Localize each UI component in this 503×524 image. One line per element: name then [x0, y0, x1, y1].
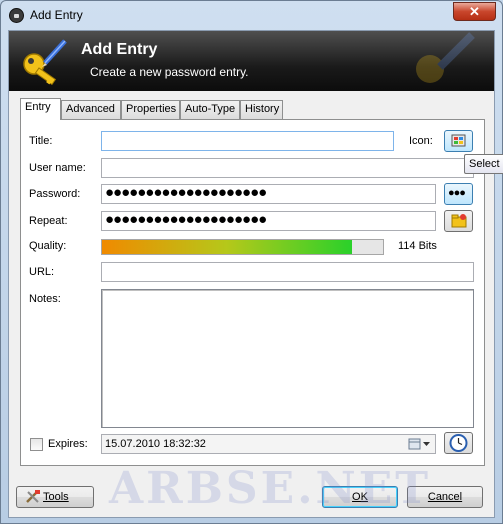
icon-picker-icon	[451, 134, 466, 147]
lock-icon	[9, 8, 24, 23]
pen-icon	[416, 32, 475, 83]
banner-title: Add Entry	[81, 41, 158, 58]
password-generator-icon	[451, 214, 467, 228]
banner-subtitle: Create a new password entry.	[90, 65, 249, 79]
show-password-icon: ●●●	[448, 187, 466, 199]
title-bar: Add Entry ✕	[1, 1, 502, 29]
tab-auto-type[interactable]: Auto-Type	[180, 100, 240, 119]
tools-button-label: Tools	[43, 491, 69, 503]
close-icon: ✕	[469, 4, 480, 19]
password-quality-bar	[101, 239, 384, 255]
repeat-password-field[interactable]: ●●●●●●●●●●●●●●●●●●●●	[101, 211, 436, 231]
add-entry-dialog: Add Entry ✕ Add Entry Create a new passw…	[0, 0, 503, 524]
quality-label: Quality:	[29, 240, 67, 252]
expiry-presets-button[interactable]	[444, 432, 473, 454]
ok-button-label: OK	[352, 491, 368, 503]
username-label: User name:	[29, 162, 86, 174]
title-label: Title:	[29, 135, 53, 147]
icon-label: Icon:	[409, 135, 433, 147]
cancel-button[interactable]: Cancel	[407, 486, 483, 508]
password-generator-button[interactable]	[444, 210, 473, 232]
entry-tab-panel: Title: Icon: User name: Password: ●●●●●●…	[20, 119, 485, 466]
tools-icon	[26, 490, 40, 503]
show-password-button[interactable]: ●●●	[444, 183, 473, 205]
dialog-client: Add Entry Create a new password entry. E…	[8, 30, 495, 518]
clock-icon	[449, 434, 468, 452]
title-field[interactable]	[101, 131, 394, 151]
tab-history[interactable]: History	[240, 100, 283, 119]
tab-entry[interactable]: Entry	[20, 98, 61, 120]
password-label: Password:	[29, 188, 81, 200]
repeat-label: Repeat:	[29, 215, 68, 227]
url-field[interactable]	[101, 262, 474, 282]
quality-bits: 114 Bits	[398, 240, 437, 252]
tab-advanced[interactable]: Advanced	[61, 100, 121, 119]
username-field[interactable]	[101, 158, 474, 178]
password-quality-fill	[102, 240, 352, 254]
close-button[interactable]: ✕	[453, 2, 496, 21]
tools-button[interactable]: Tools	[16, 486, 94, 508]
icon-tooltip: Select a	[464, 154, 503, 174]
url-label: URL:	[29, 266, 55, 278]
expiry-datetime-field[interactable]: 15.07.2010 18:32:32	[101, 434, 436, 454]
expires-checkbox[interactable]	[30, 438, 43, 451]
password-field[interactable]: ●●●●●●●●●●●●●●●●●●●●	[101, 184, 436, 204]
expires-label: Expires:	[48, 438, 88, 450]
icon-picker-button[interactable]	[444, 130, 473, 152]
notes-textarea[interactable]	[101, 289, 474, 428]
calendar-dropdown-icon[interactable]	[407, 437, 433, 451]
tab-properties[interactable]: Properties	[121, 100, 180, 119]
window-title: Add Entry	[30, 8, 83, 22]
notes-label: Notes:	[29, 293, 61, 305]
banner: Add Entry Create a new password entry.	[9, 31, 494, 91]
expiry-datetime-value: 15.07.2010 18:32:32	[105, 438, 206, 450]
key-icon	[23, 39, 67, 85]
ok-button[interactable]: OK	[322, 486, 398, 508]
cancel-button-label: Cancel	[427, 491, 463, 503]
